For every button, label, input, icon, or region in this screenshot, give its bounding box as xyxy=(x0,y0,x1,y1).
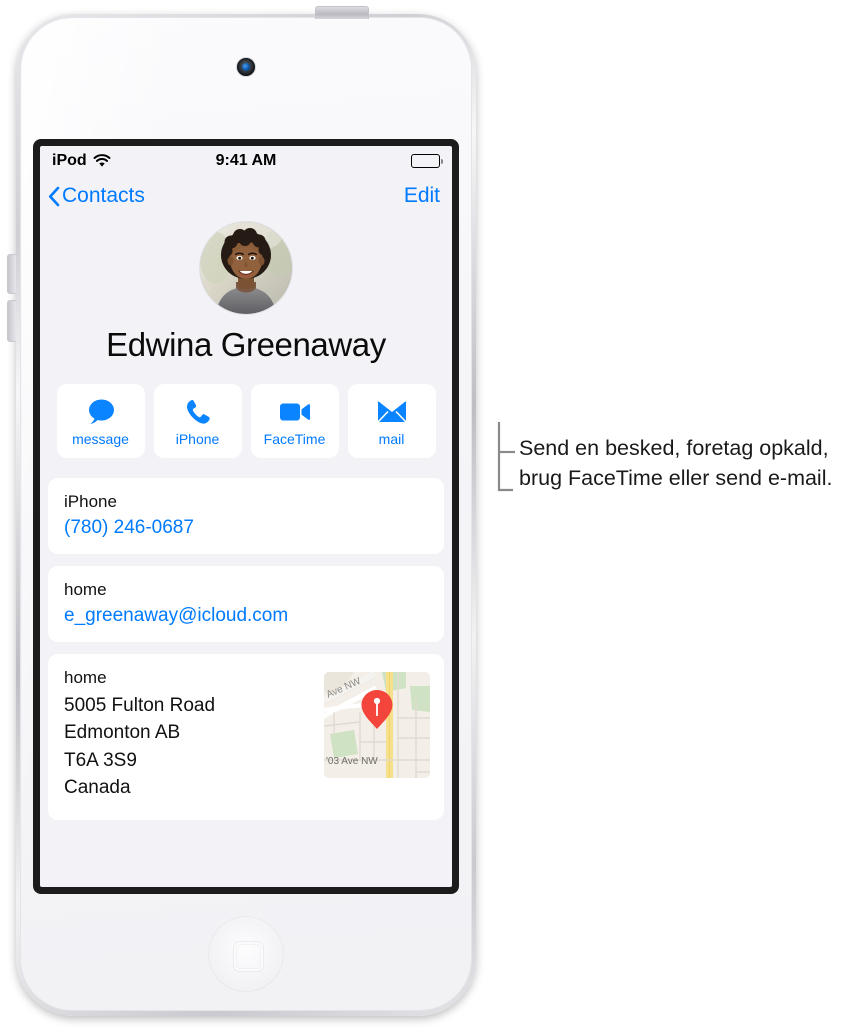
power-button[interactable] xyxy=(315,6,369,19)
back-button-label: Contacts xyxy=(62,184,145,207)
video-camera-icon xyxy=(279,396,311,428)
volume-up-button[interactable] xyxy=(7,254,16,294)
status-right xyxy=(411,154,443,168)
mail-button[interactable]: mail xyxy=(347,384,436,458)
message-button-label: message xyxy=(72,430,129,447)
email-address[interactable]: e_greenaway@icloud.com xyxy=(64,605,428,627)
battery-full-icon xyxy=(411,154,443,168)
front-camera-icon xyxy=(237,58,255,76)
back-to-contacts-button[interactable]: Contacts xyxy=(48,184,145,208)
ipod-touch-device: iPod 9:41 AM Contacts Edit Edwina Greena… xyxy=(7,6,482,1020)
mail-button-label: mail xyxy=(378,430,405,447)
screen-bezel: iPod 9:41 AM Contacts Edit Edwina Greena… xyxy=(33,139,459,894)
callout-text: Send en besked, foretag opkald, brug Fac… xyxy=(519,436,833,490)
phone-number[interactable]: (780) 246-0687 xyxy=(64,517,428,539)
facetime-button[interactable]: FaceTime xyxy=(250,384,339,458)
avatar[interactable] xyxy=(200,222,292,314)
envelope-icon xyxy=(376,396,407,428)
call-iphone-button[interactable]: iPhone xyxy=(153,384,242,458)
screen: iPod 9:41 AM Contacts Edit Edwina Greena… xyxy=(40,146,452,887)
chevron-left-icon xyxy=(48,186,60,207)
status-bar: iPod 9:41 AM xyxy=(40,146,452,176)
contact-photo xyxy=(200,222,292,314)
navigation-bar: Contacts Edit xyxy=(40,176,452,216)
phone-handset-icon xyxy=(184,396,212,428)
facetime-button-label: FaceTime xyxy=(263,430,326,447)
edit-button[interactable]: Edit xyxy=(404,184,440,208)
email-label: home xyxy=(64,579,107,599)
address-country: Canada xyxy=(64,777,131,799)
clock: 9:41 AM xyxy=(215,152,277,169)
address-card[interactable]: home 5005 Fulton Road Edmonton AB T6A 3S… xyxy=(48,653,444,820)
map-thumbnail[interactable]: Ave NW '03 Ave NW xyxy=(324,671,430,778)
email-card[interactable]: home e_greenaway@icloud.com xyxy=(48,565,444,642)
call-iphone-button-label: iPhone xyxy=(175,430,220,447)
contact-detail-cards: iPhone (780) 246-0687 home e_greenaway@i… xyxy=(40,478,452,820)
contact-name: Edwina Greenaway xyxy=(106,326,386,363)
volume-down-button[interactable] xyxy=(7,300,16,342)
home-button[interactable] xyxy=(208,916,284,992)
callout-bracket-icon xyxy=(497,420,521,501)
phone-label: iPhone xyxy=(64,492,117,511)
home-square-icon xyxy=(233,941,263,971)
action-buttons-row: message iPhone FaceTime mail xyxy=(40,384,452,458)
phone-card[interactable]: iPhone (780) 246-0687 xyxy=(48,478,444,554)
message-button[interactable]: message xyxy=(56,384,145,458)
contact-header: Edwina Greenaway xyxy=(40,216,452,364)
message-bubble-icon xyxy=(86,396,116,428)
map-street-label-2: '03 Ave NW xyxy=(326,756,378,767)
